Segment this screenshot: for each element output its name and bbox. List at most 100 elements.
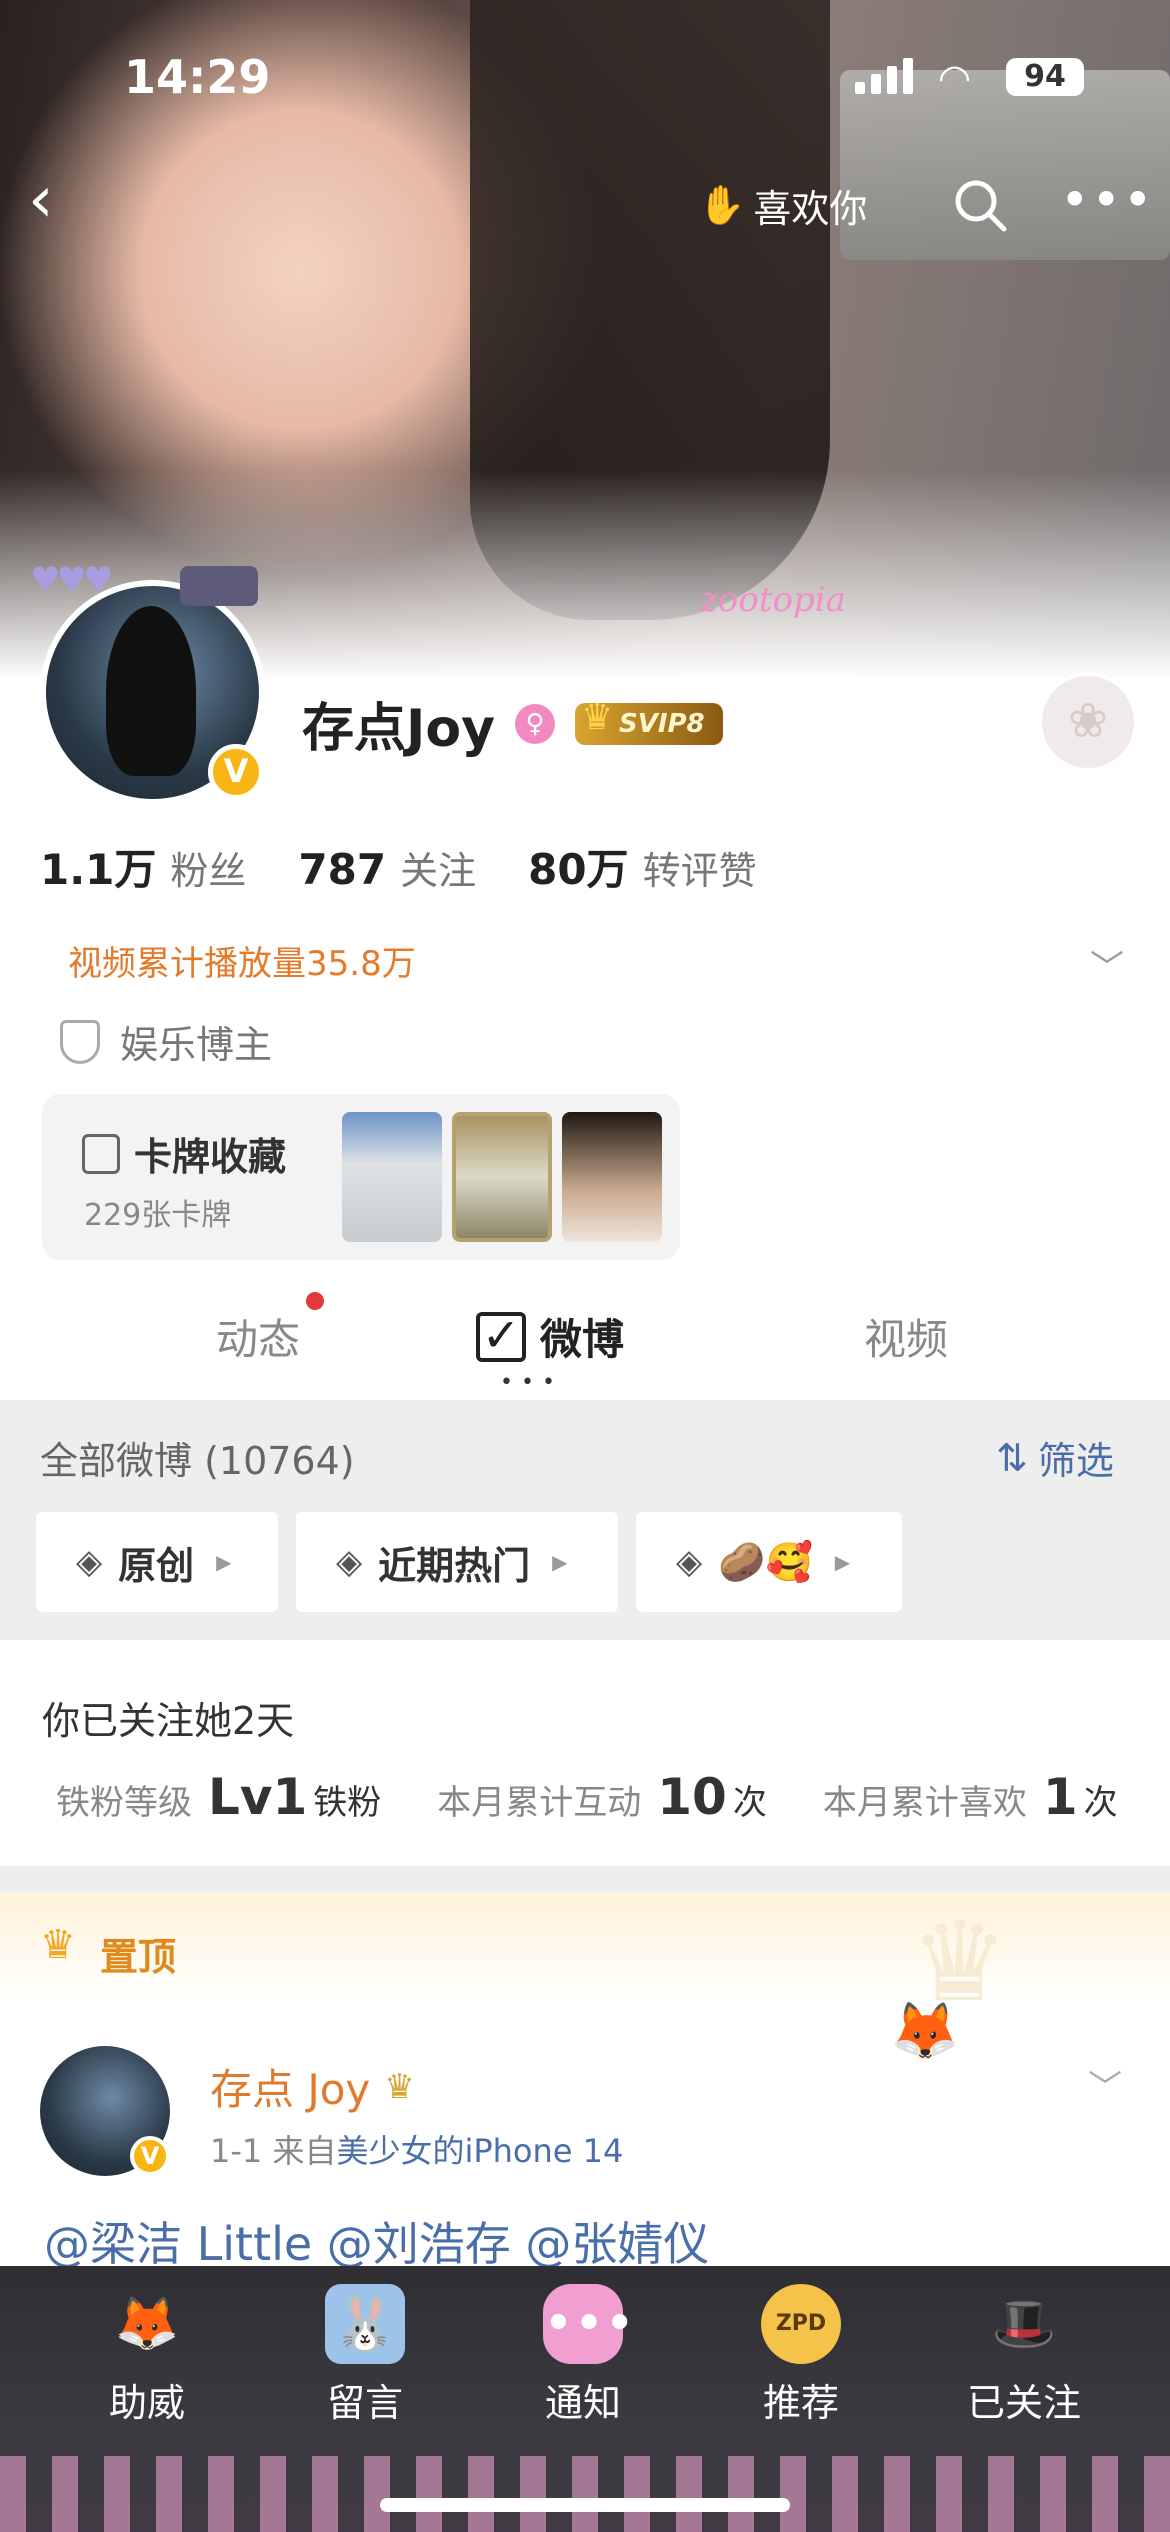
card-collection-title-row: 卡牌收藏 — [82, 1126, 286, 1181]
card-icon — [82, 1133, 120, 1174]
tabbar-label: 通知 — [544, 2381, 621, 2425]
tabbar-item-recommend[interactable]: ZPD 推荐 — [726, 2284, 876, 2427]
triangle-right-icon: ▶ — [834, 1550, 851, 1574]
post-author: 存点 Joy — [210, 2065, 371, 2114]
weibo-filter-section: 全部微博 (10764) ⇅ 筛选 ◈ 原创 ▶ ◈ 近期热门 ▶ ◈ 🥔🥰 ▶ — [0, 1400, 1170, 1640]
cellular-signal-icon — [855, 58, 913, 94]
profile-name-row: 存点Joy ♀ SVIP8 — [302, 686, 723, 761]
interact-unit: 次 — [732, 1783, 767, 1823]
chat-decoration-icon — [180, 566, 258, 606]
verified-badge-icon: V — [130, 2136, 170, 2176]
likes-label[interactable]: 转评赞 — [643, 840, 757, 895]
tab-weibo[interactable]: 微博 — [540, 1306, 624, 1367]
zootopia-cover-decoration: zootopia — [700, 580, 846, 620]
triangle-right-icon: ▶ — [552, 1550, 568, 1574]
all-weibo-count: 全部微博 (10764) — [40, 1439, 355, 1483]
chip-emoji[interactable]: ◈ 🥔🥰 ▶ — [636, 1512, 902, 1612]
post-meta: 1-1 来自美少女的iPhone 14 — [210, 2126, 623, 2172]
zootopia-sticker-icon: 🦊 — [890, 1999, 960, 2064]
fan-stats-row[interactable]: 铁粉等级 Lv1 铁粉 本月累计互动 10 次 本月累计喜欢 1 次 — [56, 1768, 1118, 1826]
chip-label: 近期热门 — [378, 1543, 531, 1588]
chip-label: 原创 — [118, 1543, 195, 1588]
notification-dot — [306, 1292, 324, 1310]
svip-badge[interactable]: SVIP8 — [574, 697, 723, 745]
battery-icon: 94 — [1006, 58, 1084, 96]
profile-stats: 1.1万 粉丝 787 关注 80万 转评赞 — [40, 836, 809, 897]
hand-heart-icon: ✋ — [698, 182, 746, 227]
following-count[interactable]: 787 — [298, 845, 386, 894]
fan-level-suffix: 铁粉 — [313, 1783, 382, 1823]
tab-dynamic[interactable]: 动态 — [216, 1306, 300, 1367]
fans-count[interactable]: 1.1万 — [40, 836, 156, 897]
zpd-badge-icon: ZPD — [761, 2284, 841, 2364]
triangle-right-icon: ▶ — [216, 1550, 232, 1574]
bottom-tab-bar: 🦊 助威 🐰 留言 ••• 通知 ZPD 推荐 🎩 已关注 — [0, 2266, 1170, 2532]
tabbar-item-cheer[interactable]: 🦊 助威 — [72, 2284, 222, 2427]
profile-name: 存点Joy — [302, 699, 495, 759]
fox-icon: 🦊 — [114, 2294, 180, 2354]
likes-count[interactable]: 80万 — [528, 836, 628, 897]
chip-hot[interactable]: ◈ 近期热门 ▶ — [296, 1512, 618, 1612]
post-text[interactable]: @梁洁 Little @刘浩存 @张婧仪 — [44, 2208, 709, 2274]
follow-days: 你已关注她2天 — [42, 1699, 295, 1743]
like-value: 1 — [1042, 1768, 1078, 1826]
tabbar-label: 已关注 — [966, 2381, 1081, 2425]
following-label[interactable]: 关注 — [400, 840, 476, 895]
rabbit-icon: 🐰 — [325, 2284, 405, 2364]
card-thumbnail[interactable] — [452, 1112, 552, 1242]
paw-print-indicator-icon: ••• — [500, 1370, 563, 1395]
video-plays-text: 视频累计播放量35.8万 — [68, 944, 416, 984]
filter-label: 筛选 — [1037, 1439, 1114, 1483]
layers-icon: ◈ — [676, 1542, 703, 1582]
profile-tabs: 动态 ✓ 微博 ••• 视频 — [0, 1290, 1170, 1400]
like-unit: 次 — [1083, 1783, 1118, 1823]
verified-badge-icon: V — [208, 744, 264, 800]
profile-tag-label: 娱乐博主 — [120, 1023, 273, 1067]
search-icon[interactable] — [950, 175, 1010, 235]
hat-icon: 🎩 — [991, 2294, 1057, 2354]
interact-value: 10 — [657, 1768, 727, 1826]
post-source[interactable]: 美少女的iPhone 14 — [336, 2132, 623, 2170]
tabbar-decoration — [0, 2456, 1170, 2532]
card-thumbnail[interactable] — [562, 1112, 662, 1242]
chat-bubble-icon: ••• — [543, 2284, 635, 2364]
filter-button[interactable]: ⇅ 筛选 — [996, 1430, 1114, 1485]
more-options-icon[interactable]: ••• — [1060, 170, 1152, 240]
status-time: 14:29 — [124, 50, 271, 104]
layers-icon: ◈ — [336, 1542, 363, 1582]
like-label: 本月累计喜欢 — [822, 1783, 1027, 1823]
pinned-label: 置顶 — [100, 1935, 177, 1979]
tabbar-item-following[interactable]: 🎩 已关注 — [944, 2284, 1104, 2427]
post-author-row[interactable]: 存点 Joy ♛ — [210, 2056, 415, 2117]
post-from: 来自 — [272, 2132, 337, 2170]
checkbox-icon: ✓ — [476, 1312, 526, 1362]
svip-crown-icon: ♛ — [384, 2066, 415, 2107]
tabbar-label: 助威 — [108, 2381, 185, 2425]
fan-info-section: 你已关注她2天 铁粉等级 Lv1 铁粉 本月累计互动 10 次 本月累计喜欢 1… — [0, 1640, 1170, 1866]
profile-tag: 娱乐博主 — [60, 1014, 272, 1069]
tabbar-item-notify[interactable]: ••• 通知 — [508, 2284, 658, 2427]
shield-icon — [60, 1019, 100, 1064]
layers-icon: ◈ — [76, 1542, 103, 1582]
card-collection-count: 229张卡牌 — [84, 1198, 232, 1233]
card-thumbnail[interactable] — [342, 1112, 442, 1242]
tab-video[interactable]: 视频 — [864, 1306, 948, 1367]
status-bar: 14:29 ◠ 94 — [0, 0, 1170, 150]
paw-icon[interactable]: ❀ — [1038, 672, 1138, 772]
card-collection[interactable]: 卡牌收藏 229张卡牌 — [42, 1094, 680, 1260]
crown-icon: ♛ — [40, 1922, 76, 1968]
back-chevron-icon[interactable]: ‹ — [28, 168, 88, 240]
fans-label[interactable]: 粉丝 — [170, 840, 246, 895]
filter-icon: ⇅ — [996, 1435, 1028, 1480]
top-nav: ‹ ✋ 喜欢你 ••• — [0, 168, 1170, 250]
chip-original[interactable]: ◈ 原创 ▶ — [36, 1512, 278, 1612]
chip-label: 🥔🥰 — [718, 1539, 813, 1584]
tabbar-item-message[interactable]: 🐰 留言 — [290, 2284, 440, 2427]
wifi-icon: ◠ — [938, 56, 972, 100]
chevron-down-icon[interactable]: ﹀ — [1088, 2060, 1122, 2109]
female-gender-icon: ♀ — [514, 703, 555, 744]
chevron-down-icon[interactable]: ﹀ — [1090, 940, 1124, 989]
like-you-button[interactable]: ✋ 喜欢你 — [698, 170, 867, 240]
section-divider — [0, 1866, 1170, 1892]
card-collection-title: 卡牌收藏 — [134, 1135, 287, 1179]
